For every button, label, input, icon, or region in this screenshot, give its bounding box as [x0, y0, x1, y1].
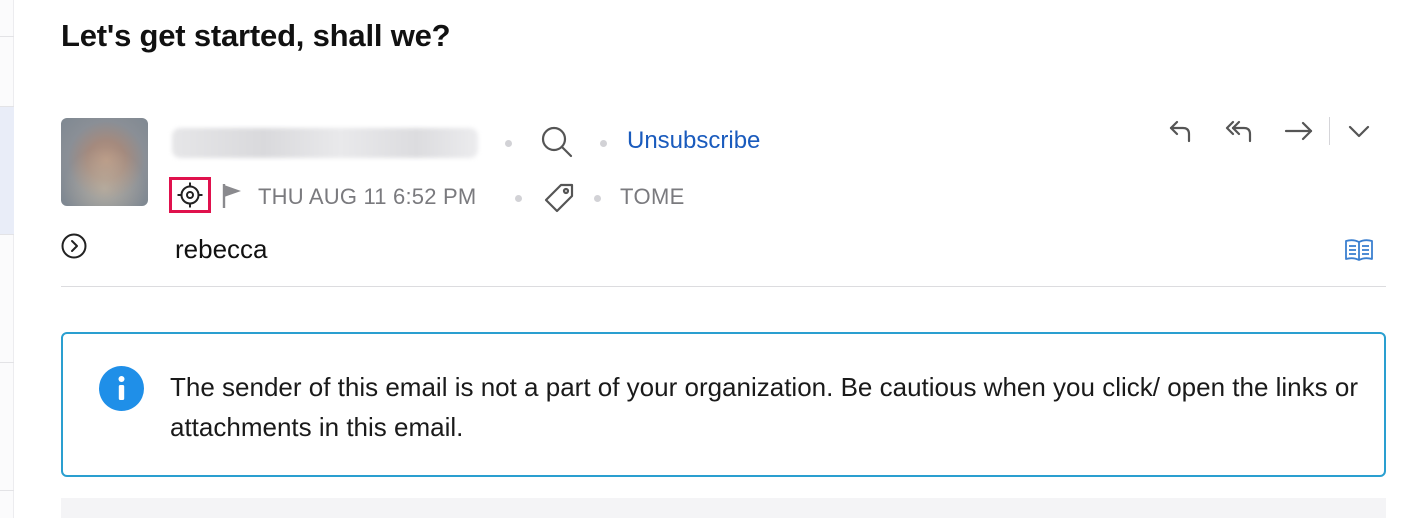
flag-icon[interactable] — [219, 182, 245, 210]
email-body-top — [61, 498, 1386, 518]
list-divider — [0, 106, 14, 107]
selected-list-row[interactable] — [0, 106, 14, 234]
email-date: THU AUG 11 6:52 PM — [258, 184, 477, 209]
sender-address-redacted[interactable] — [172, 128, 478, 158]
info-icon — [99, 366, 144, 411]
sender-avatar[interactable] — [61, 118, 148, 206]
search-icon[interactable] — [538, 124, 576, 160]
email-subject: Let's get started, shall we? — [61, 18, 451, 53]
forward-icon[interactable] — [1282, 116, 1316, 146]
tag-icon[interactable] — [540, 180, 578, 216]
external-sender-notice: The sender of this email is not a part o… — [61, 332, 1386, 477]
unsubscribe-link[interactable]: Unsubscribe — [627, 127, 760, 155]
separator-dot — [600, 140, 607, 147]
left-rail — [0, 0, 14, 518]
folder-label[interactable]: TOME — [620, 184, 685, 210]
separator-dot — [505, 140, 512, 147]
list-divider — [0, 362, 14, 363]
list-divider — [0, 490, 14, 491]
toolbar-separator — [1329, 117, 1330, 145]
reply-icon[interactable] — [1164, 116, 1198, 146]
focus-target-icon[interactable] — [174, 181, 206, 209]
list-divider — [0, 36, 14, 37]
separator-dot — [594, 195, 601, 202]
recipient-name[interactable]: rebecca — [175, 234, 268, 265]
chevron-right-circle-icon[interactable] — [59, 232, 89, 260]
reply-all-icon[interactable] — [1222, 116, 1258, 146]
separator-dot — [515, 195, 522, 202]
header-divider — [61, 286, 1386, 287]
chevron-down-icon[interactable] — [1344, 118, 1374, 144]
open-book-icon[interactable] — [1343, 236, 1375, 264]
list-divider — [0, 234, 14, 235]
notice-text: The sender of this email is not a part o… — [170, 372, 1358, 442]
